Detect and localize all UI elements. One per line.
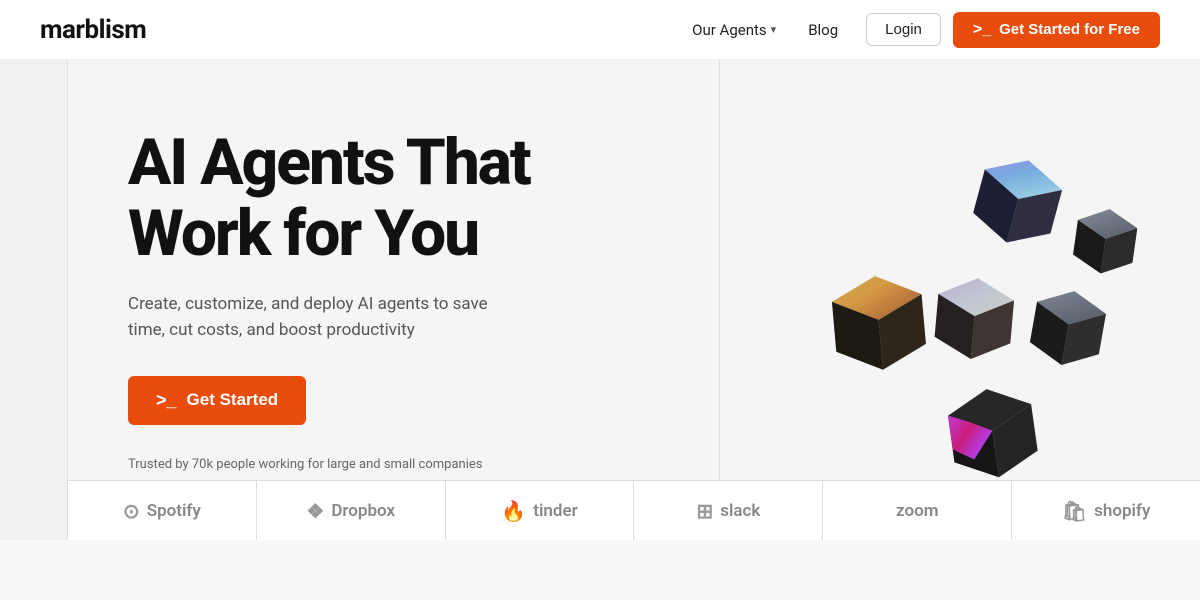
hero-content-area: AI Agents That Work for You Create, cust…	[68, 60, 720, 540]
prompt-icon: >_	[973, 21, 991, 39]
nav-our-agents[interactable]: Our Agents ▾	[692, 21, 776, 39]
hero-text: AI Agents That Work for You Create, cust…	[128, 128, 530, 471]
hero-section: AI Agents That Work for You Create, cust…	[0, 60, 1200, 540]
spotify-icon: ⊙	[123, 499, 140, 523]
brand-shopify: 🛍 shopify	[1012, 481, 1200, 540]
get-started-free-button[interactable]: >_ Get Started for Free	[953, 12, 1160, 48]
cubes-illustration	[770, 110, 1150, 490]
nav-links: Our Agents ▾ Blog	[692, 21, 838, 39]
navbar: marblism Our Agents ▾ Blog Login >_ Get …	[0, 0, 1200, 60]
prompt-icon: >_	[156, 390, 177, 411]
tinder-icon: 🔥	[501, 499, 526, 523]
hero-get-started-button[interactable]: >_ Get Started	[128, 376, 306, 425]
dropbox-icon: ❖	[306, 499, 324, 523]
nav-blog[interactable]: Blog	[808, 21, 838, 39]
trust-text: Trusted by 70k people working for large …	[128, 457, 530, 472]
hero-subtitle: Create, customize, and deploy AI agents …	[128, 291, 528, 344]
logo[interactable]: marblism	[40, 15, 146, 45]
hero-left-border	[0, 60, 68, 540]
login-button[interactable]: Login	[866, 13, 941, 46]
brand-slack: ⊞ slack	[634, 481, 823, 540]
brand-tinder: 🔥 tinder	[446, 481, 635, 540]
hero-image-area	[720, 60, 1200, 540]
hero-title: AI Agents That Work for You	[128, 128, 530, 269]
slack-icon: ⊞	[696, 499, 713, 523]
chevron-down-icon: ▾	[771, 23, 777, 36]
brand-spotify: ⊙ Spotify	[68, 481, 257, 540]
shopify-icon: 🛍	[1062, 499, 1087, 523]
brand-zoom: zoom	[823, 481, 1012, 540]
brand-dropbox: ❖ Dropbox	[257, 481, 446, 540]
brands-strip: ⊙ Spotify ❖ Dropbox 🔥 tinder ⊞ slack zoo…	[68, 480, 1200, 540]
